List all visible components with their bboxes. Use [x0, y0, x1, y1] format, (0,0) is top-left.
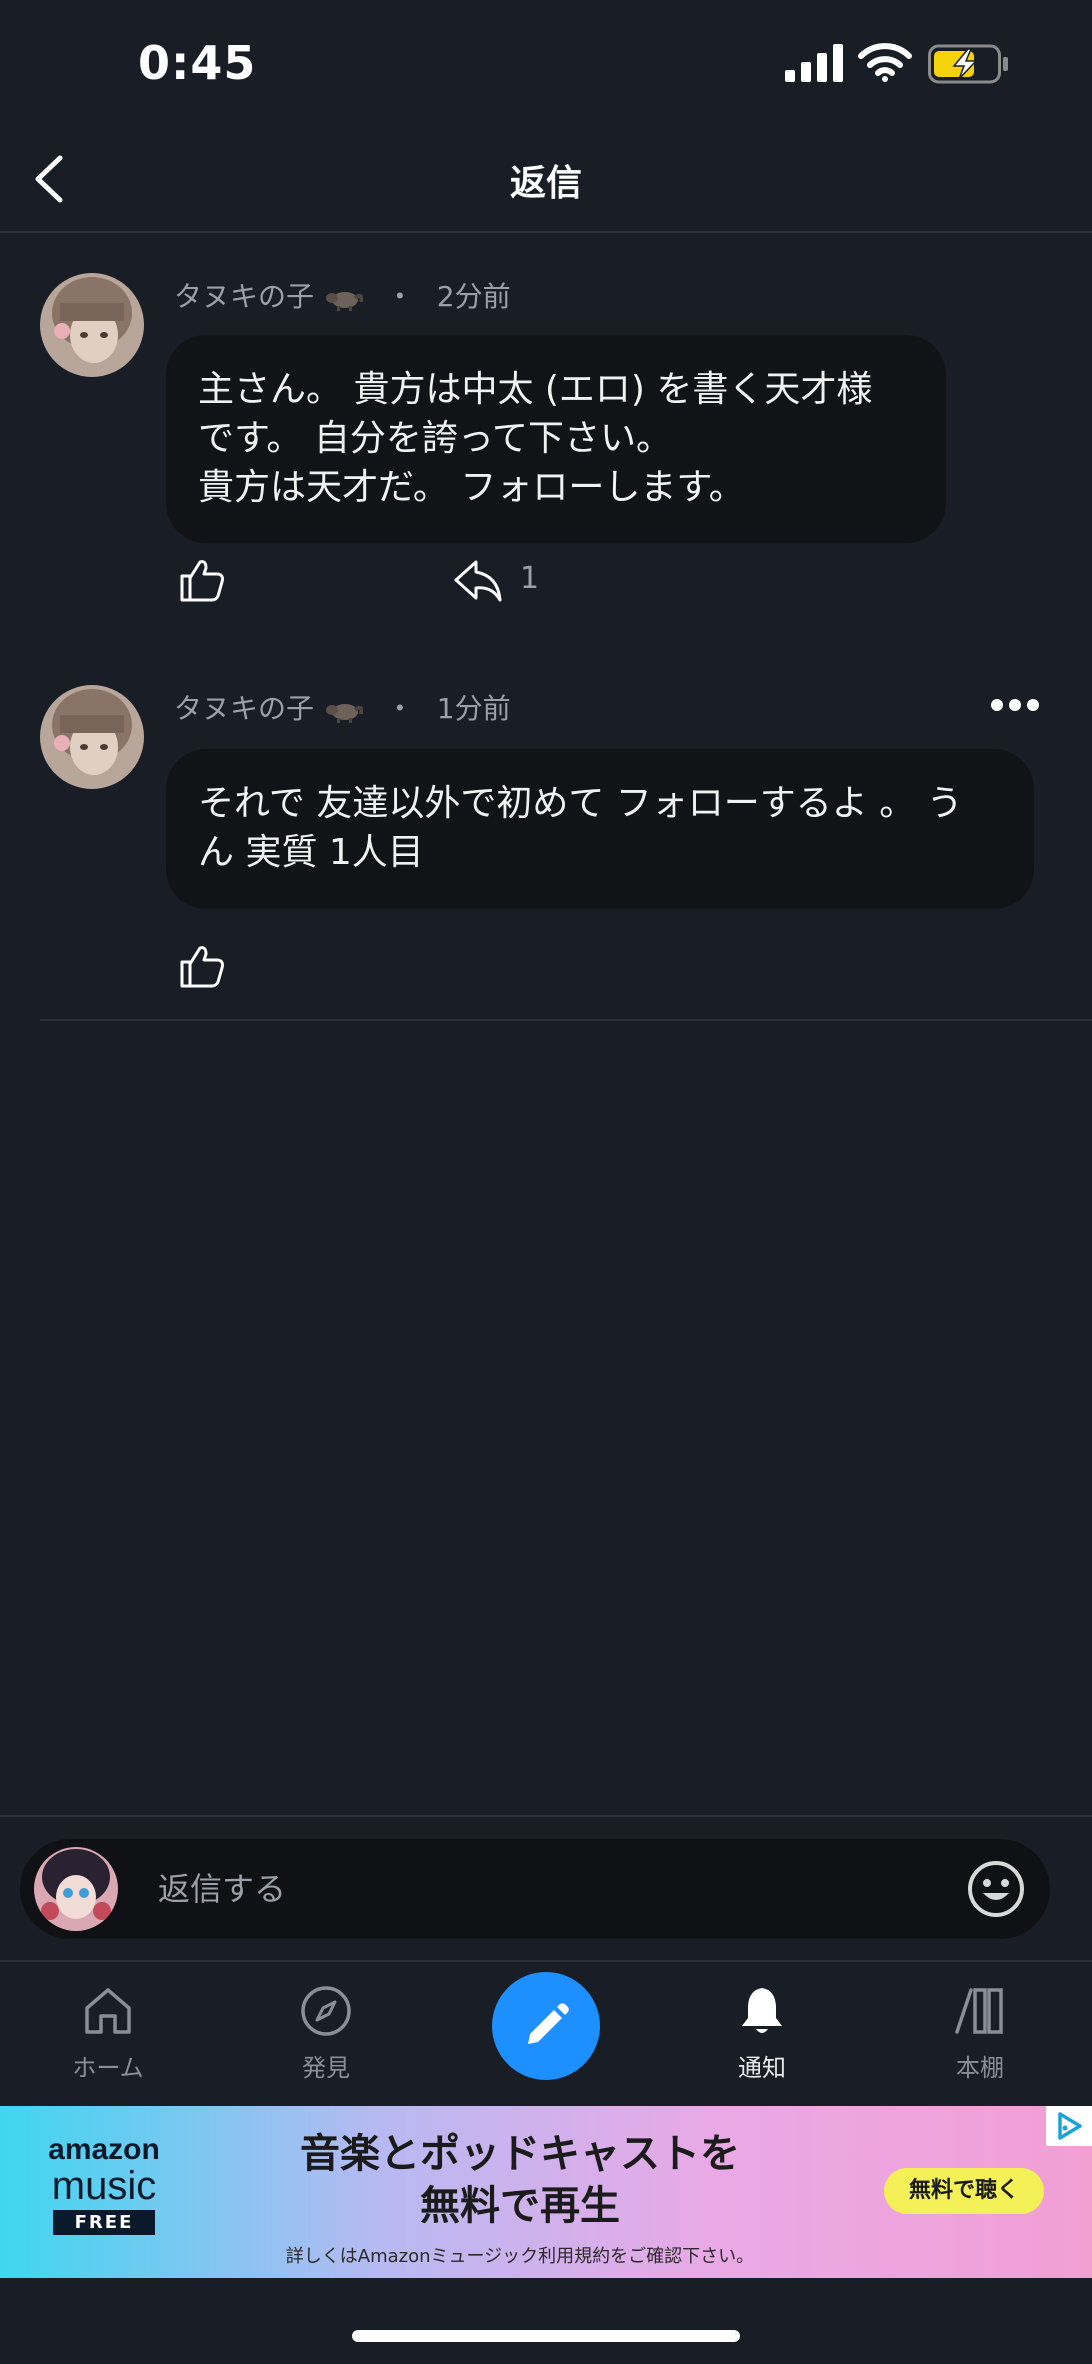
status-bar: 0:45 [0, 0, 1092, 130]
comment-text-line: 主さん。 貴方は中太 (エロ) を書く天才様 [198, 369, 873, 410]
home-indicator[interactable] [352, 2330, 740, 2342]
avatar-image [34, 1847, 118, 1931]
avatar[interactable] [40, 685, 144, 789]
comment-text-line: です。 自分を誇って下さい。 [198, 418, 673, 459]
home-icon [85, 1988, 131, 2034]
thumbs-up-icon[interactable] [178, 556, 226, 604]
amazon-music-logo: amazon music FREE [48, 2133, 160, 2235]
reply-count[interactable]: 1 [520, 561, 539, 596]
battery-charging-icon [928, 44, 1008, 84]
emoji-icon[interactable] [966, 1859, 1026, 1919]
tab-label: 通知 [738, 2054, 786, 2082]
header: 返信 [0, 130, 1092, 233]
raccoon-icon [325, 704, 364, 723]
bell-icon [742, 1988, 782, 2033]
raccoon-icon [325, 292, 364, 311]
reply-input-container[interactable] [20, 1839, 1050, 1939]
ad-choices-icon[interactable] [1046, 2106, 1092, 2146]
comment-time: 2分前 [436, 280, 511, 313]
my-avatar [34, 1847, 118, 1931]
author-name[interactable]: タヌキの子 [174, 280, 314, 313]
tab-discover[interactable]: 発見 [246, 1976, 406, 2096]
comment-text-line: ん 実質 1人目 [198, 832, 424, 873]
avatar-image [40, 685, 144, 789]
compass-icon [301, 1986, 351, 2036]
comment-text-line: それで 友達以外で初めて フォローするよ 。 う [198, 783, 963, 824]
reply-icon[interactable] [452, 556, 504, 604]
meta-separator: ・ [385, 692, 414, 725]
more-options-icon[interactable] [990, 695, 1040, 715]
reply-input[interactable] [158, 1859, 938, 1919]
status-time: 0:45 [138, 36, 257, 90]
wifi-icon [858, 43, 912, 82]
bookshelf-icon [955, 1988, 1003, 2034]
ad-cta-button[interactable]: 無料で聴く [884, 2168, 1044, 2214]
comment-item: タヌキの子 ・ 2分前 主さん。 貴方は中太 (エロ) を書く天才様 です。 自… [0, 233, 1092, 633]
avatar[interactable] [40, 273, 144, 377]
tab-bookshelf[interactable]: 本棚 [900, 1976, 1060, 2096]
thumbs-up-icon[interactable] [178, 942, 226, 990]
ad-headline: 音楽とポッドキャストを 無料で再生 [300, 2131, 740, 2229]
ad-subtext: 詳しくはAmazonミュージック利用規約をご確認下さい。 [285, 2246, 755, 2267]
tab-notifications[interactable]: 通知 [682, 1976, 842, 2096]
page-title: 返信 [509, 163, 582, 204]
avatar-image [40, 273, 144, 377]
pencil-icon [528, 2003, 569, 2044]
cellular-signal-icon [785, 44, 843, 82]
comment-time: 1分前 [436, 692, 511, 725]
comment-text-line: 貴方は天才だ。 フォローします。 [198, 467, 745, 508]
comment-item: タヌキの子 ・ 1分前 それで 友達以外で初めて フォローするよ 。 う ん 実… [0, 645, 1092, 1005]
tab-home[interactable]: ホーム [28, 1976, 188, 2096]
tab-label: ホーム [72, 2054, 144, 2082]
meta-separator: ・ [385, 280, 414, 313]
comment-bubble: 主さん。 貴方は中太 (エロ) を書く天才様 です。 自分を誇って下さい。 貴方… [166, 335, 946, 543]
tab-label: 本棚 [956, 2054, 1004, 2082]
comment-bubble: それで 友達以外で初めて フォローするよ 。 う ん 実質 1人目 [166, 749, 1034, 909]
ad-banner[interactable]: amazon music FREE 音楽とポッドキャストを 無料で再生 詳しくは… [0, 2106, 1092, 2278]
compose-button[interactable] [492, 1972, 600, 2080]
comment-meta: タヌキの子 ・ 2分前 [174, 275, 511, 315]
tab-label: 発見 [302, 2054, 350, 2082]
author-name[interactable]: タヌキの子 [174, 692, 314, 725]
tab-bar: ホーム 発見 通知 本棚 [0, 1960, 1092, 2106]
comment-meta: タヌキの子 ・ 1分前 [174, 687, 511, 727]
divider [40, 1019, 1092, 1021]
reply-bar [0, 1815, 1092, 1960]
